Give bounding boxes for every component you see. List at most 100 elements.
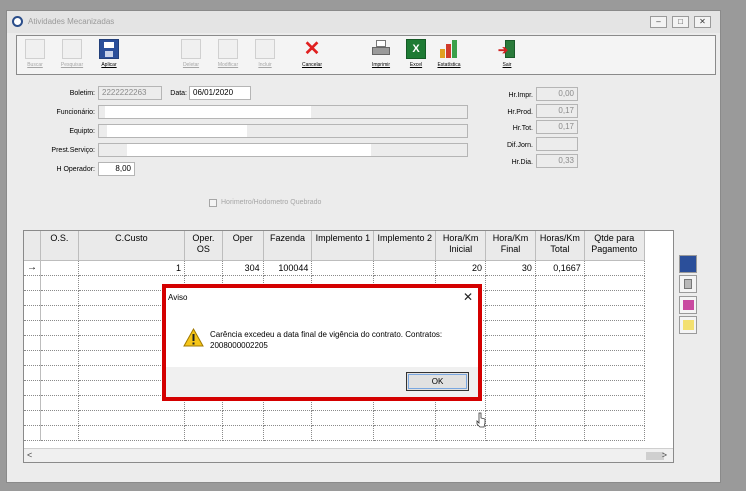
hr-tot-label: Hr.Tot. xyxy=(512,125,533,132)
deletar-label: Deletar xyxy=(182,62,200,68)
data-field[interactable]: 06/01/2020 xyxy=(189,86,251,100)
table-row[interactable] xyxy=(24,425,673,441)
col-header[interactable]: Hora/Km Inicial xyxy=(435,231,487,261)
app-icon xyxy=(12,16,23,27)
h-operador-field[interactable]: 8,00 xyxy=(98,162,135,176)
sair-label: Sair xyxy=(502,62,512,68)
dialog-footer: OK xyxy=(166,367,478,397)
hr-dia-field[interactable]: 0,33 xyxy=(536,154,578,168)
redacted-equipto xyxy=(107,125,247,137)
prest-servico-label: Prest.Serviço: xyxy=(51,147,95,154)
empty-cell xyxy=(644,260,673,275)
aplicar-button[interactable]: Aplicar xyxy=(97,39,121,68)
exit-door-icon: ➔ xyxy=(497,39,517,59)
incluir-label: Incluir xyxy=(258,62,272,68)
pesquisar-button[interactable]: Pesquisar xyxy=(60,39,84,68)
cancel-x-icon: ✕ xyxy=(303,38,321,60)
deletar-icon xyxy=(181,39,201,59)
incluir-icon xyxy=(255,39,275,59)
horimetro-label: Horimetro/Hodometro Quebrado xyxy=(221,199,322,206)
col-header[interactable]: Hora/Km Final xyxy=(485,231,536,261)
sair-button[interactable]: ➔ Sair xyxy=(495,39,519,68)
cell-oper[interactable]: 304 xyxy=(222,260,264,276)
excel-icon: X xyxy=(406,39,426,59)
cursor-icon xyxy=(476,412,486,428)
table-row[interactable]: → 1 304 100044 20 30 0,1667 xyxy=(24,260,673,276)
imprimir-button[interactable]: Imprimir xyxy=(369,39,393,68)
cancelar-button[interactable]: ✕ Cancelar xyxy=(300,39,324,68)
estatistica-label: Estatística xyxy=(437,62,461,68)
modificar-button[interactable]: Modificar xyxy=(216,39,240,68)
col-header[interactable]: O.S. xyxy=(40,231,79,261)
col-header[interactable]: Fazenda xyxy=(263,231,313,261)
col-header[interactable]: Horas/Km Total xyxy=(535,231,585,261)
toolbar: Buscar Pesquisar Aplicar Deletar Modific… xyxy=(16,35,716,75)
pesquisar-label: Pesquisar xyxy=(60,62,84,68)
cell-final[interactable]: 30 xyxy=(485,260,536,276)
cell-total[interactable]: 0,1667 xyxy=(535,260,585,276)
close-window-button[interactable]: ✕ xyxy=(694,16,711,28)
hr-prod-label: Hr.Prod. xyxy=(507,109,533,116)
hr-impr-field[interactable]: 0,00 xyxy=(536,87,578,101)
title-bar: Atividades Mecanizadas – □ ✕ xyxy=(7,11,720,33)
data-label: Data: xyxy=(170,90,187,97)
ok-button[interactable]: OK xyxy=(406,372,469,391)
grid-new-button[interactable] xyxy=(679,316,697,334)
imprimir-label: Imprimir xyxy=(371,62,391,68)
col-header[interactable]: Oper. OS xyxy=(184,231,223,261)
buscar-button[interactable]: Buscar xyxy=(23,39,47,68)
cell-inicial[interactable]: 20 xyxy=(435,260,487,276)
hr-prod-field[interactable]: 0,17 xyxy=(536,104,578,118)
modificar-label: Modificar xyxy=(217,62,239,68)
col-header[interactable]: Implemento 1 xyxy=(311,231,375,261)
col-header[interactable]: Qtde para Pagamento xyxy=(584,231,645,261)
maximize-button[interactable]: □ xyxy=(672,16,689,28)
minimize-button[interactable]: – xyxy=(650,16,667,28)
cell-oper-os[interactable] xyxy=(184,260,223,276)
save-icon xyxy=(99,39,119,59)
pencil-icon xyxy=(683,300,694,310)
dif-jorn-field[interactable] xyxy=(536,137,578,151)
dialog-close-icon[interactable]: ✕ xyxy=(463,290,473,304)
hr-tot-field[interactable]: 0,17 xyxy=(536,120,578,134)
table-row[interactable] xyxy=(24,410,673,426)
new-doc-icon xyxy=(683,320,694,330)
horizontal-scrollbar[interactable]: < > xyxy=(24,448,673,462)
dif-jorn-label: Dif.Jorn. xyxy=(506,142,533,149)
pesquisar-icon xyxy=(62,39,82,59)
col-header[interactable]: Implemento 2 xyxy=(373,231,437,261)
dialog-title-bar: Aviso ✕ xyxy=(166,288,478,309)
empty-header xyxy=(644,231,673,260)
grid-header-row: O.S. C.Custo Oper. OS Oper Fazenda Imple… xyxy=(24,231,673,261)
scroll-right-icon[interactable]: > xyxy=(662,450,667,460)
estatistica-button[interactable]: Estatística xyxy=(437,39,461,68)
excel-button[interactable]: X Excel xyxy=(404,39,428,68)
buscar-icon xyxy=(25,39,45,59)
dialog-message-line1: Carência excedeu a data final de vigênci… xyxy=(210,330,443,339)
cell-impl1[interactable] xyxy=(311,260,375,276)
grid-edit-button[interactable] xyxy=(679,296,697,314)
grid-save-button[interactable] xyxy=(679,255,697,273)
cell-fazenda[interactable]: 100044 xyxy=(263,260,313,276)
dialog-title: Aviso xyxy=(168,293,188,302)
buscar-label: Buscar xyxy=(27,62,43,68)
cell-qtde[interactable] xyxy=(584,260,645,276)
boletim-field[interactable]: 2222222263 xyxy=(98,86,162,100)
cell-impl2[interactable] xyxy=(373,260,437,276)
col-header[interactable]: C.Custo xyxy=(78,231,185,261)
horimetro-checkbox[interactable] xyxy=(209,199,217,207)
grid-delete-button[interactable] xyxy=(679,275,697,293)
cell-ccusto[interactable]: 1 xyxy=(78,260,185,276)
incluir-button[interactable]: Incluir xyxy=(253,39,277,68)
funcionario-label: Funcionário: xyxy=(56,109,95,116)
col-header[interactable]: Oper xyxy=(222,231,264,261)
trash-icon xyxy=(684,279,692,289)
dialog-message-line2: 2008000002205 xyxy=(210,341,268,350)
aplicar-label: Aplicar xyxy=(101,62,117,68)
printer-icon xyxy=(371,39,391,59)
scroll-left-icon[interactable]: < xyxy=(27,450,32,460)
h-operador-label: H Operador: xyxy=(56,166,95,173)
cancelar-label: Cancelar xyxy=(301,62,322,68)
deletar-button[interactable]: Deletar xyxy=(179,39,203,68)
cell-os[interactable] xyxy=(40,260,79,276)
